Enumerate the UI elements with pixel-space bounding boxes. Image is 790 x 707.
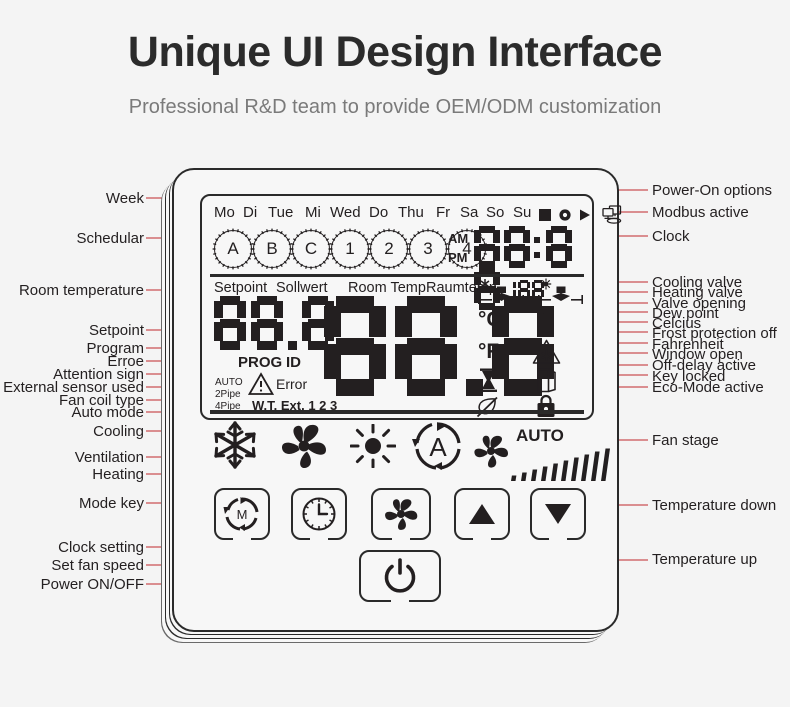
fan-stage-bars xyxy=(510,444,615,487)
weekday-su[interactable]: Su xyxy=(513,204,531,221)
weekday-wed[interactable]: Wed xyxy=(330,204,361,221)
networked-computers-icon xyxy=(601,205,627,230)
annotation-fan-stage: Fan stage xyxy=(652,432,719,449)
annotation-modbus-active: Modbus active xyxy=(652,204,749,221)
fan-icon xyxy=(472,434,510,473)
setpoint-display xyxy=(214,296,339,350)
annotation-power-on-options: Power-On options xyxy=(652,182,773,199)
room-temperature-display xyxy=(324,296,563,396)
celsius-icon: °C xyxy=(478,308,502,331)
weekday-mi[interactable]: Mi xyxy=(305,204,321,221)
fan-blade-icon xyxy=(385,499,418,530)
annotation-power-on-off: Power ON/OFF xyxy=(40,576,144,593)
lcd-screen: Mo Di Tue Mi Wed Do Thu Fr Sa So Su A B … xyxy=(200,194,622,423)
fan-speed-button[interactable] xyxy=(371,488,431,540)
snowflake-cooling-icon xyxy=(212,420,258,475)
label-roomtemp-en: Room Temp xyxy=(348,280,426,296)
weekday-fr[interactable]: Fr xyxy=(436,204,450,221)
error-label: Error xyxy=(276,376,308,392)
fahrenheit-icon: °F xyxy=(478,340,500,363)
mode-key-button[interactable]: M xyxy=(214,488,270,540)
frost-protection-icon xyxy=(532,339,561,370)
weekday-tue[interactable]: Tue xyxy=(268,204,293,221)
am-label: AM xyxy=(448,231,469,246)
lcd-divider-top xyxy=(210,274,584,277)
schedule-dial-2[interactable]: 2 xyxy=(368,228,410,270)
weekday-row: Mo Di Tue Mi Wed Do Thu Fr Sa So Su xyxy=(214,204,622,226)
schedule-dial-3[interactable]: 3 xyxy=(407,228,449,270)
thermostat-device: Mo Di Tue Mi Wed Do Thu Fr Sa So Su A B … xyxy=(172,168,622,632)
mode-icon-row: A AUTO xyxy=(200,420,610,482)
weekday-so[interactable]: So xyxy=(486,204,504,221)
weekday-do[interactable]: Do xyxy=(369,204,388,221)
annotation-week: Week xyxy=(105,190,144,207)
schedule-dial-c[interactable]: C xyxy=(290,228,332,270)
annotation-setpoint: Setpoint xyxy=(88,322,144,339)
schedule-dial-a[interactable]: A xyxy=(212,228,254,270)
off-delay-hourglass-icon xyxy=(479,368,498,398)
square-glyph xyxy=(539,208,551,226)
prog-label: PROG xyxy=(238,354,283,371)
clock-setting-button[interactable] xyxy=(291,488,347,540)
annotation-temperature-up: Temperature up xyxy=(652,551,758,568)
attention-sign-icon xyxy=(247,372,275,401)
annotation-clock-setting: Clock setting xyxy=(58,539,144,556)
annotation-heating: Heating xyxy=(92,466,144,483)
annotation-room-temperature: Room temperature xyxy=(18,282,144,299)
annotation-auto-mode: Auto mode xyxy=(71,404,144,421)
annotation-mode-key: Mode key xyxy=(78,495,144,512)
weekday-di[interactable]: Di xyxy=(243,204,257,221)
schedule-dial-1[interactable]: 1 xyxy=(329,228,371,270)
label-setpoint-de: Sollwert xyxy=(276,280,328,296)
clock-icon xyxy=(302,497,336,531)
power-icon xyxy=(384,558,416,593)
annotation-schedular: Schedular xyxy=(76,230,144,247)
annotation-clock: Clock xyxy=(652,228,690,245)
schedule-dial-b[interactable]: B xyxy=(251,228,293,270)
annotation-ventilation: Ventilation xyxy=(74,449,144,466)
annotation-temperature-down: Temperature down xyxy=(652,497,777,514)
lcd-divider-bottom xyxy=(210,410,584,414)
auto-label: AUTO xyxy=(215,377,243,388)
fan-ventilation-icon xyxy=(278,423,330,474)
pm-label: PM xyxy=(448,250,468,265)
dew-point-drop-icon xyxy=(537,308,556,338)
temperature-up-button[interactable] xyxy=(454,488,510,540)
sun-heating-icon xyxy=(349,423,397,473)
weekday-thu[interactable]: Thu xyxy=(398,204,424,221)
weekday-mo[interactable]: Mo xyxy=(214,204,235,221)
pipe2-label: 2Pipe xyxy=(215,389,241,400)
annotation-cooling: Cooling xyxy=(93,423,144,440)
triangle-down-icon xyxy=(545,504,571,524)
temperature-down-button[interactable] xyxy=(530,488,586,540)
power-button[interactable] xyxy=(359,550,441,602)
svg-text:M: M xyxy=(237,507,248,522)
triangle-up-icon xyxy=(469,504,495,524)
fan-auto-label: AUTO xyxy=(516,426,564,445)
ampm-indicator: AM PM xyxy=(448,229,468,267)
svg-text:A: A xyxy=(429,432,447,462)
mode-m-icon: M xyxy=(223,497,259,531)
page-subtitle: Professional R&D team to provide OEM/ODM… xyxy=(128,96,662,118)
annotation-set-fan-speed: Set fan speed xyxy=(51,557,144,574)
auto-mode-a-icon: A xyxy=(412,421,464,476)
key-lock-icon xyxy=(536,394,556,423)
id-label: ID xyxy=(286,354,301,371)
circle-glyph xyxy=(559,208,571,226)
weekday-sa[interactable]: Sa xyxy=(460,204,478,221)
annotation-eco-mode: Eco-Mode active xyxy=(652,379,764,396)
play-triangle-glyph xyxy=(579,208,591,226)
page-title: Unique UI Design Interface xyxy=(127,28,663,76)
label-setpoint-en: Setpoint xyxy=(214,280,268,296)
